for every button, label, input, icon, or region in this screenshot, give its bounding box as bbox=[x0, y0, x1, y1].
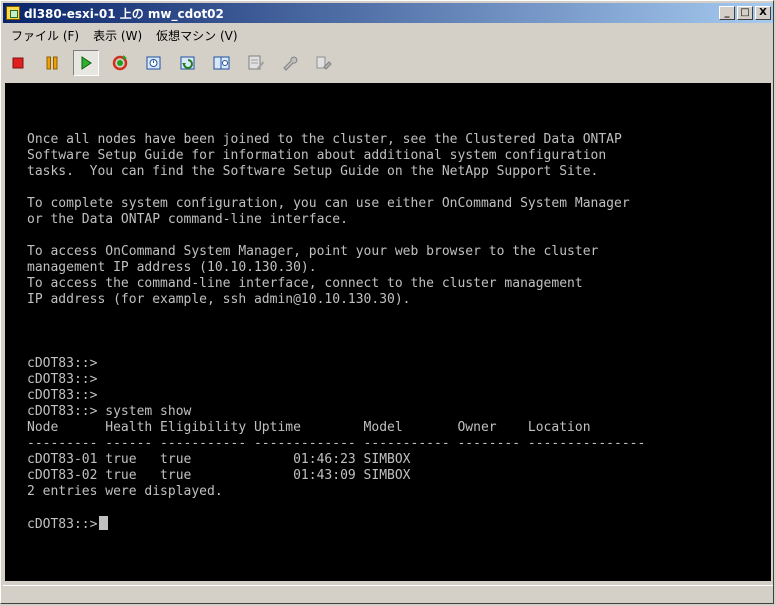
vm-console-screen[interactable]: Once all nodes have been joined to the c… bbox=[5, 83, 771, 581]
terminal-line: To complete system configuration, you ca… bbox=[27, 196, 630, 211]
shell-prompt: cDOT83::> bbox=[27, 517, 98, 532]
terminal-line: tasks. You can find the Software Setup G… bbox=[27, 164, 599, 179]
terminal-line: cDOT83::> bbox=[27, 356, 98, 371]
stop-icon bbox=[12, 57, 24, 69]
terminal-line: management IP address (10.10.130.30). bbox=[27, 260, 317, 275]
terminal-line: Node Health Eligibility Uptime Model Own… bbox=[27, 420, 591, 435]
terminal-line: or the Data ONTAP command-line interface… bbox=[27, 212, 348, 227]
vm-console-window: dl380-esxi-01 上の mw_cdot02 _ □ X ファイル (F… bbox=[0, 0, 774, 604]
take-snapshot-button[interactable] bbox=[141, 50, 167, 76]
minimize-button[interactable]: _ bbox=[719, 6, 735, 20]
snapshot-icon bbox=[146, 56, 161, 70]
maximize-button[interactable]: □ bbox=[737, 6, 753, 20]
power-on-button[interactable] bbox=[73, 50, 99, 76]
reset-button[interactable] bbox=[107, 50, 133, 76]
menu-file[interactable]: ファイル (F) bbox=[3, 27, 85, 44]
menu-vm[interactable]: 仮想マシン (V) bbox=[148, 27, 243, 44]
play-icon bbox=[81, 56, 92, 70]
window-title: dl380-esxi-01 上の mw_cdot02 bbox=[24, 6, 224, 21]
snapshot-manager-icon bbox=[213, 56, 230, 70]
text-cursor bbox=[99, 516, 109, 530]
menu-bar: ファイル (F) 表示 (W) 仮想マシン (V) bbox=[3, 25, 244, 45]
terminal-line: --------- ------ ----------- -----------… bbox=[27, 436, 646, 451]
vm-options-icon bbox=[316, 56, 332, 70]
revert-snapshot-button[interactable] bbox=[175, 50, 201, 76]
menu-view[interactable]: 表示 (W) bbox=[85, 27, 148, 44]
toolbar bbox=[5, 48, 771, 78]
terminal-line: To access the command-line interface, co… bbox=[27, 276, 583, 291]
terminal-line: cDOT83::> system show bbox=[27, 404, 192, 419]
tools-icon bbox=[283, 56, 298, 71]
terminal-line: cDOT83-01 true true 01:46:23 SIMBOX bbox=[27, 452, 411, 467]
terminal-line: Software Setup Guide for information abo… bbox=[27, 148, 607, 163]
console-settings-icon bbox=[248, 55, 264, 70]
terminal-line: cDOT83::> bbox=[27, 388, 98, 403]
reset-icon bbox=[112, 55, 128, 71]
title-bar[interactable]: dl380-esxi-01 上の mw_cdot02 _ □ X bbox=[3, 3, 773, 23]
vmware-tools-button[interactable] bbox=[277, 50, 303, 76]
suspend-button[interactable] bbox=[39, 50, 65, 76]
snapshot-manager-button[interactable] bbox=[209, 50, 235, 76]
terminal-line: 2 entries were displayed. bbox=[27, 484, 223, 499]
close-button[interactable]: X bbox=[755, 6, 771, 20]
status-bar bbox=[3, 585, 773, 604]
revert-snapshot-icon bbox=[180, 56, 195, 70]
terminal-output: Once all nodes have been joined to the c… bbox=[27, 132, 645, 532]
terminal-line: To access OnCommand System Manager, poin… bbox=[27, 244, 599, 259]
pause-icon bbox=[46, 56, 58, 70]
vm-console-icon bbox=[6, 6, 20, 20]
console-settings-button[interactable] bbox=[243, 50, 269, 76]
power-off-button[interactable] bbox=[5, 50, 31, 76]
terminal-prompt-line[interactable]: cDOT83::> bbox=[27, 516, 645, 532]
terminal-line: Once all nodes have been joined to the c… bbox=[27, 132, 622, 147]
terminal-line: cDOT83-02 true true 01:43:09 SIMBOX bbox=[27, 468, 411, 483]
vm-options-button[interactable] bbox=[311, 50, 337, 76]
terminal-line: cDOT83::> bbox=[27, 372, 98, 387]
terminal-line: IP address (for example, ssh admin@10.10… bbox=[27, 292, 411, 307]
